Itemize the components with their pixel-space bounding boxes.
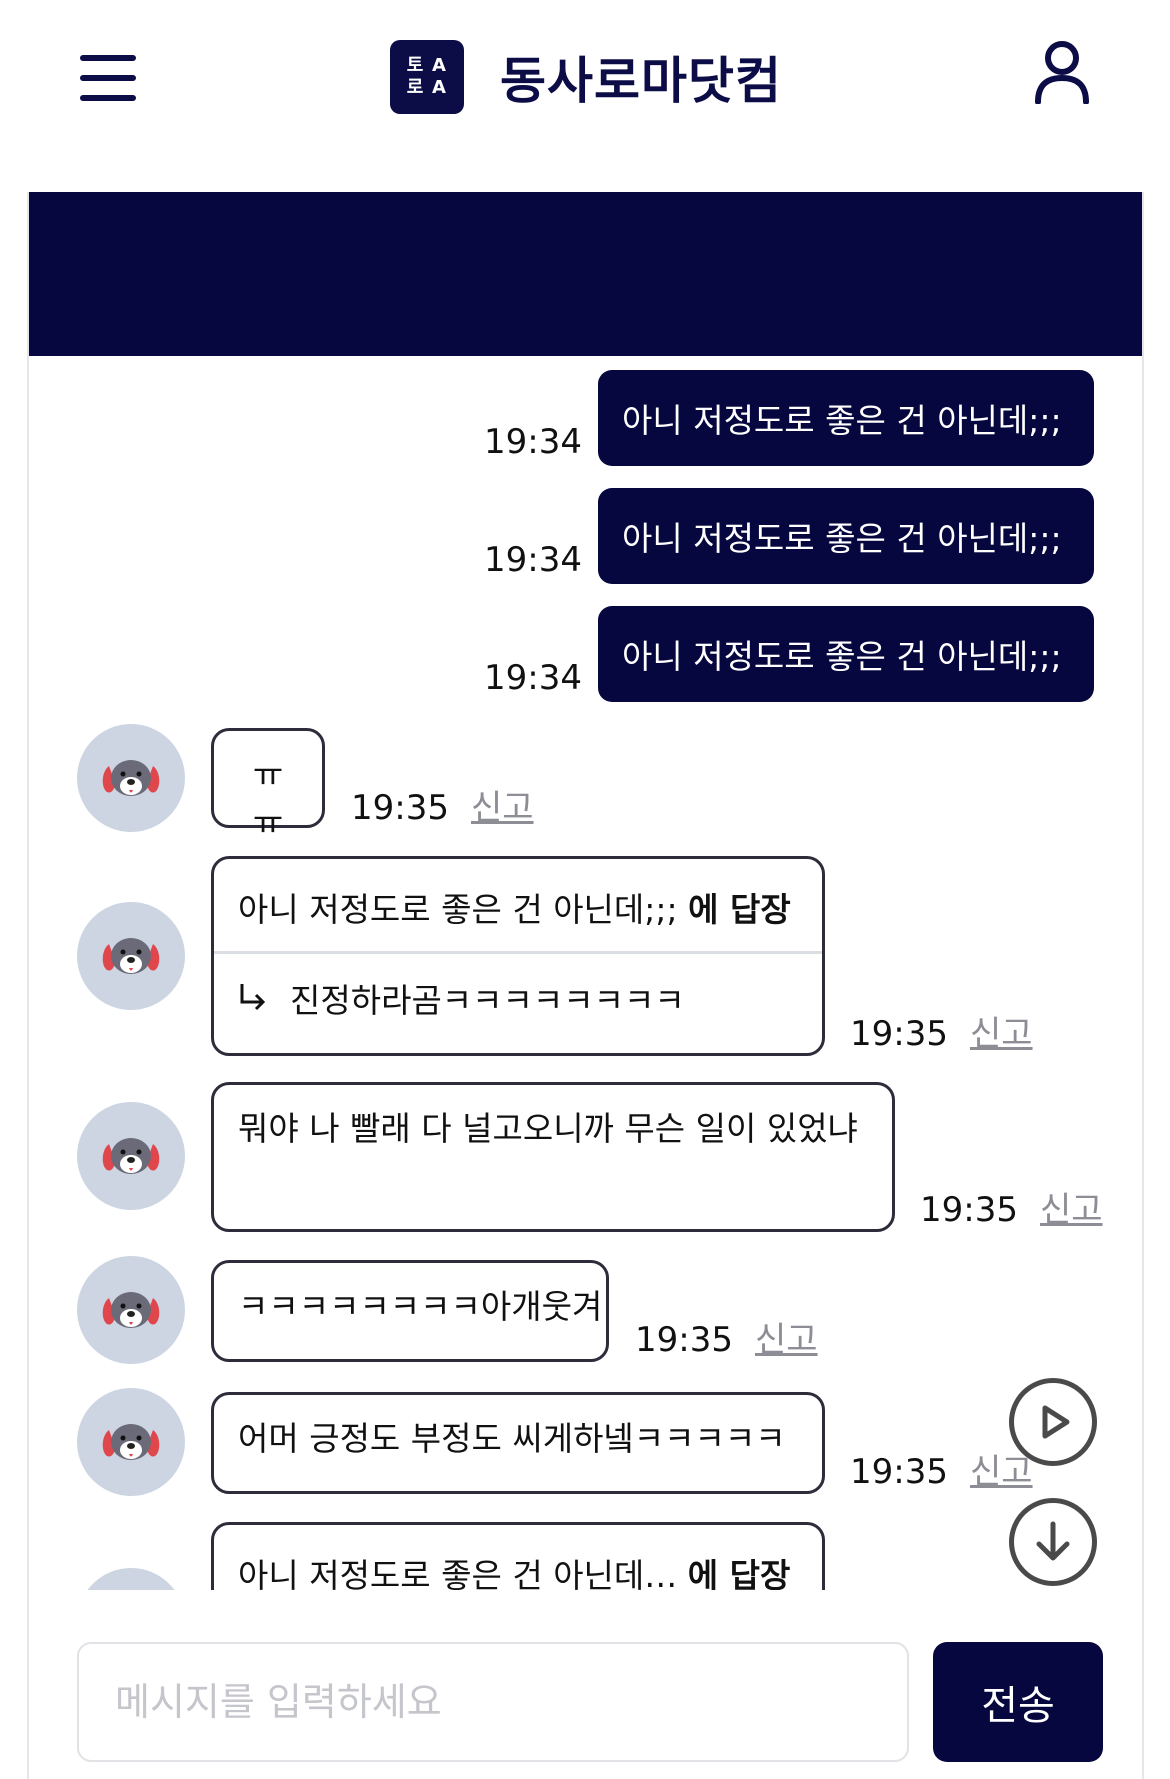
avatar[interactable] bbox=[77, 1256, 185, 1364]
my-message-bubble: 아니 저정도로 좋은 건 아닌데;;; bbox=[598, 606, 1094, 702]
play-circle-icon bbox=[1042, 1405, 1070, 1439]
message-list[interactable]: 19:34 아니 저정도로 좋은 건 아닌데;;; 19:34 아니 저정도로 … bbox=[29, 356, 1142, 1590]
user-button[interactable] bbox=[1034, 40, 1090, 105]
message-meta: 19:35 신고 bbox=[635, 1312, 818, 1361]
message-meta: 19:35 신고 bbox=[351, 780, 534, 829]
my-message-bubble: 아니 저정도로 좋은 건 아닌데;;; bbox=[598, 488, 1094, 584]
message-time: 19:35 bbox=[351, 788, 449, 828]
report-link[interactable]: 신고 bbox=[1040, 1190, 1103, 1230]
avatar[interactable] bbox=[77, 1388, 185, 1496]
chat-container: 19:34 아니 저정도로 좋은 건 아닌데;;; 19:34 아니 저정도로 … bbox=[27, 192, 1144, 1779]
reply-message-bubble: 아니 저정도로 좋은 건 아닌데… 에 답장 bbox=[211, 1522, 825, 1590]
brand[interactable]: 토 A 로 A 동사로마닷컴 bbox=[390, 40, 782, 114]
arrow-down-circle-icon bbox=[1036, 1521, 1070, 1561]
hamburger-icon bbox=[80, 55, 136, 61]
avatar[interactable] bbox=[77, 1568, 185, 1590]
message-meta: 19:35 신고 bbox=[850, 1444, 1033, 1493]
brand-name: 동사로마닷컴 bbox=[500, 52, 782, 110]
avatar[interactable] bbox=[77, 724, 185, 832]
message-time: 19:34 bbox=[484, 658, 582, 698]
app-header: 토 A 로 A 동사로마닷컴 bbox=[0, 0, 1170, 190]
reply-quote[interactable]: 아니 저정도로 좋은 건 아닌데;;; 에 답장 bbox=[214, 859, 822, 954]
report-link[interactable]: 신고 bbox=[755, 1320, 818, 1360]
send-button[interactable]: 전송 bbox=[933, 1642, 1103, 1762]
message-time: 19:35 bbox=[850, 1014, 948, 1054]
menu-button[interactable] bbox=[80, 55, 136, 101]
message-time: 19:34 bbox=[484, 422, 582, 462]
message-time: 19:35 bbox=[635, 1320, 733, 1360]
dog-icon bbox=[102, 1138, 160, 1174]
report-link[interactable]: 신고 bbox=[471, 788, 534, 828]
message-time: 19:35 bbox=[920, 1190, 1018, 1230]
report-link[interactable]: 신고 bbox=[970, 1452, 1033, 1492]
message-bubble: 어머 긍정도 부정도 씨게하넼ㅋㅋㅋㅋㅋ bbox=[211, 1392, 825, 1494]
user-icon bbox=[1035, 41, 1089, 105]
message-bubble: ㅋㅋㅋㅋㅋㅋㅋㅋ아개웃겨 bbox=[211, 1260, 609, 1362]
message-meta: 19:35 신고 bbox=[920, 1182, 1103, 1231]
message-bubble: 뭐야 나 빨래 다 널고오니까 무슨 일이 있었냐 bbox=[211, 1082, 895, 1232]
logo: 토 A 로 A bbox=[390, 40, 464, 114]
reply-message-bubble: 아니 저정도로 좋은 건 아닌데;;; 에 답장 진정하라곰ㅋㅋㅋㅋㅋㅋㅋㅋ bbox=[211, 856, 825, 1056]
message-time: 19:34 bbox=[484, 540, 582, 580]
message-time: 19:35 bbox=[850, 1452, 948, 1492]
scroll-down-button[interactable] bbox=[1009, 1498, 1097, 1586]
avatar[interactable] bbox=[77, 1102, 185, 1210]
play-button[interactable] bbox=[1009, 1378, 1097, 1466]
reply-quote[interactable]: 아니 저정도로 좋은 건 아닌데… 에 답장 bbox=[214, 1525, 822, 1590]
dog-icon bbox=[102, 760, 160, 796]
my-message-bubble: 아니 저정도로 좋은 건 아닌데;;; bbox=[598, 370, 1094, 466]
banner bbox=[29, 192, 1142, 356]
dog-icon bbox=[102, 938, 160, 974]
dog-icon bbox=[102, 1292, 160, 1328]
message-input[interactable] bbox=[77, 1642, 909, 1762]
reply-arrow-icon bbox=[238, 981, 268, 1020]
dog-icon bbox=[102, 1424, 160, 1460]
avatar[interactable] bbox=[77, 902, 185, 1010]
message-meta: 19:35 신고 bbox=[850, 1006, 1033, 1055]
report-link[interactable]: 신고 bbox=[970, 1014, 1033, 1054]
message-bubble: ㅠㅠ bbox=[211, 728, 325, 842]
